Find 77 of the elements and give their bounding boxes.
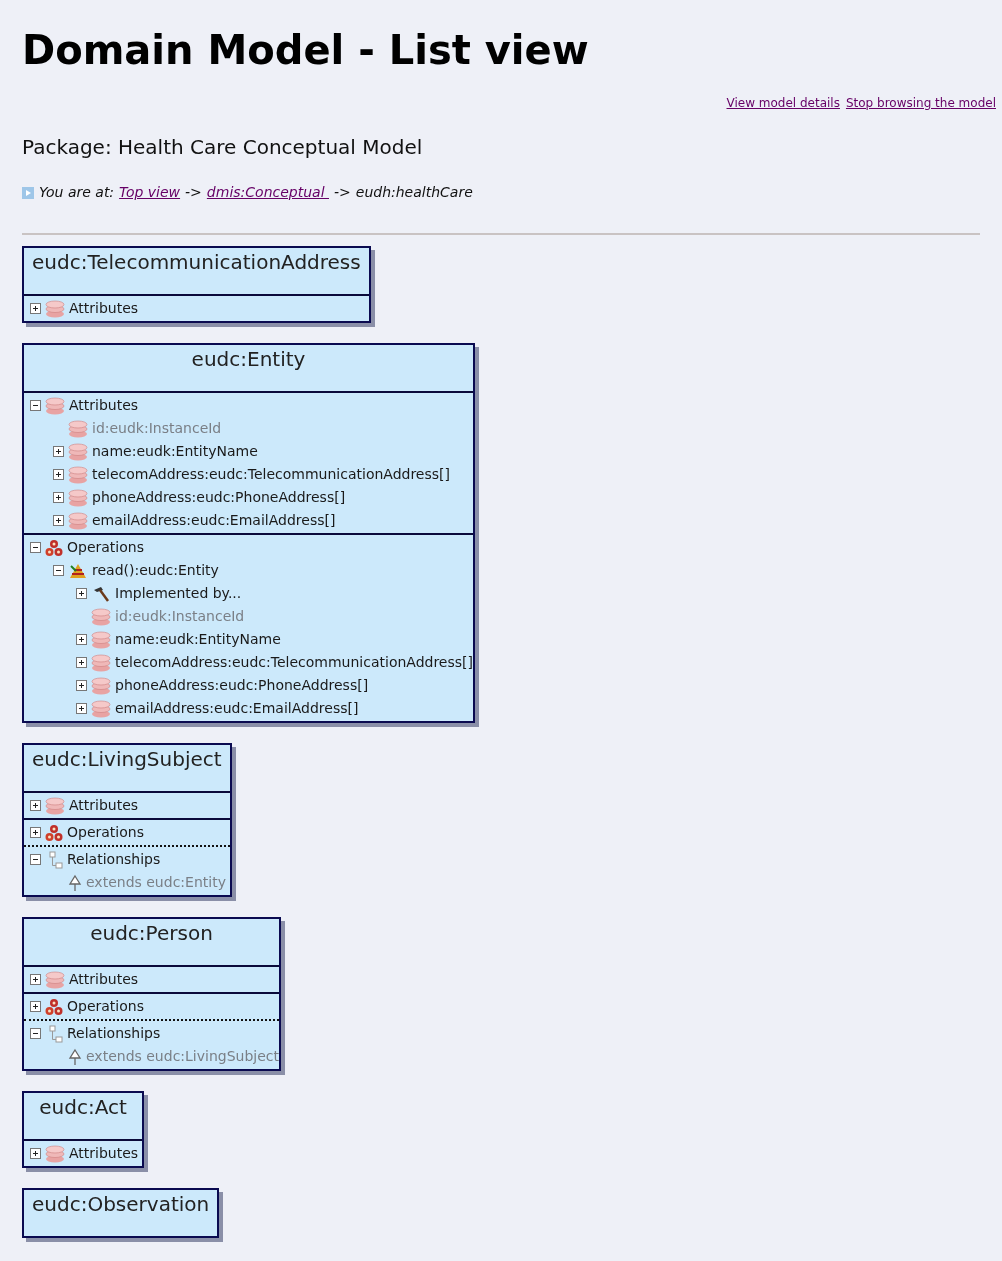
inheritance-arrow-icon xyxy=(68,1047,82,1066)
breadcrumb-separator: -> xyxy=(185,183,202,202)
database-icon xyxy=(68,488,88,507)
class-title: eudc:Act xyxy=(39,1095,127,1119)
database-icon xyxy=(68,419,88,438)
gears-icon xyxy=(45,538,63,557)
package-heading: Package: Health Care Conceptual Model xyxy=(22,134,424,161)
gears-icon xyxy=(45,823,63,842)
expand-icon[interactable] xyxy=(30,1001,41,1012)
breadcrumb-separator: -> xyxy=(334,183,351,202)
database-icon xyxy=(45,796,65,815)
tree-item[interactable]: name:eudk:EntityName xyxy=(115,629,281,650)
section-label[interactable]: Attributes xyxy=(69,395,139,416)
expand-icon[interactable] xyxy=(53,515,64,526)
expand-icon[interactable] xyxy=(76,680,87,691)
database-icon xyxy=(68,465,88,484)
breadcrumb-prefix: You are at: xyxy=(39,183,115,202)
database-icon xyxy=(45,970,65,989)
gears-icon xyxy=(45,997,63,1016)
database-icon xyxy=(91,653,111,672)
tree-item[interactable]: emailAddress:eudc:EmailAddress[] xyxy=(92,510,336,531)
section-label[interactable]: Attributes xyxy=(69,969,139,990)
section-label[interactable]: Operations xyxy=(67,822,144,843)
database-icon xyxy=(91,699,111,718)
breadcrumb-link[interactable]: dmis:Conceptual xyxy=(206,182,329,203)
expand-icon[interactable] xyxy=(30,974,41,985)
section-label[interactable]: Attributes xyxy=(69,298,139,319)
expand-icon[interactable] xyxy=(30,303,41,314)
expand-icon[interactable] xyxy=(76,634,87,645)
collapse-icon[interactable] xyxy=(30,854,41,865)
class-title: eudc:Person xyxy=(90,921,213,945)
tree-item[interactable]: read():eudc:Entity xyxy=(92,560,219,581)
database-icon xyxy=(68,511,88,530)
section-label[interactable]: Relationships xyxy=(67,1023,161,1044)
breadcrumb-current: eudh:healthCare xyxy=(355,183,473,202)
expand-icon[interactable] xyxy=(53,469,64,480)
database-icon xyxy=(91,607,111,626)
tree-item[interactable]: Implemented by... xyxy=(115,583,242,604)
tree-item[interactable]: name:eudk:EntityName xyxy=(92,441,258,462)
section-label[interactable]: Relationships xyxy=(67,849,161,870)
database-icon xyxy=(45,1144,65,1163)
section-label[interactable]: Attributes xyxy=(69,1143,139,1164)
collapse-icon[interactable] xyxy=(30,1028,41,1039)
tree-item[interactable]: emailAddress:eudc:EmailAddress[] xyxy=(115,698,359,719)
database-icon xyxy=(45,396,65,415)
tree-item[interactable]: phoneAddress:eudc:PhoneAddress[] xyxy=(92,487,346,508)
breadcrumb-link[interactable]: Top view xyxy=(119,182,181,203)
expand-icon[interactable] xyxy=(30,1148,41,1159)
database-icon xyxy=(91,676,111,695)
inheritance-arrow-icon xyxy=(68,873,82,892)
expand-icon[interactable] xyxy=(76,703,87,714)
expand-icon[interactable] xyxy=(30,800,41,811)
expand-icon[interactable] xyxy=(76,588,87,599)
class-title: eudc:LivingSubject xyxy=(32,747,222,771)
section-label[interactable]: Operations xyxy=(67,996,144,1017)
class-title: eudc:TelecommunicationAddress xyxy=(32,250,361,274)
expand-icon[interactable] xyxy=(76,657,87,668)
nav-link[interactable]: Stop browsing the model xyxy=(845,94,996,112)
tree-item[interactable]: telecomAddress:eudc:TelecommunicationAddress[] xyxy=(92,464,450,485)
tree-item[interactable]: telecomAddress:eudc:TelecommunicationAddress[] xyxy=(115,652,473,673)
class-title: eudc:Entity xyxy=(191,347,306,371)
page-title: Domain Model - List view xyxy=(22,26,590,75)
collapse-icon[interactable] xyxy=(53,565,64,576)
expand-icon[interactable] xyxy=(53,492,64,503)
collapse-icon[interactable] xyxy=(30,400,41,411)
database-icon xyxy=(45,299,65,318)
nav-link[interactable]: View model details xyxy=(726,94,840,112)
section-label[interactable]: Operations xyxy=(67,537,144,558)
arrow-bullet-icon xyxy=(22,186,34,199)
section-label[interactable]: Attributes xyxy=(69,795,139,816)
expand-icon[interactable] xyxy=(30,827,41,838)
expand-icon[interactable] xyxy=(53,446,64,457)
class-title: eudc:Observation xyxy=(32,1192,210,1216)
database-icon xyxy=(91,630,111,649)
tree-item[interactable]: phoneAddress:eudc:PhoneAddress[] xyxy=(115,675,369,696)
database-icon xyxy=(68,442,88,461)
collapse-icon[interactable] xyxy=(30,542,41,553)
